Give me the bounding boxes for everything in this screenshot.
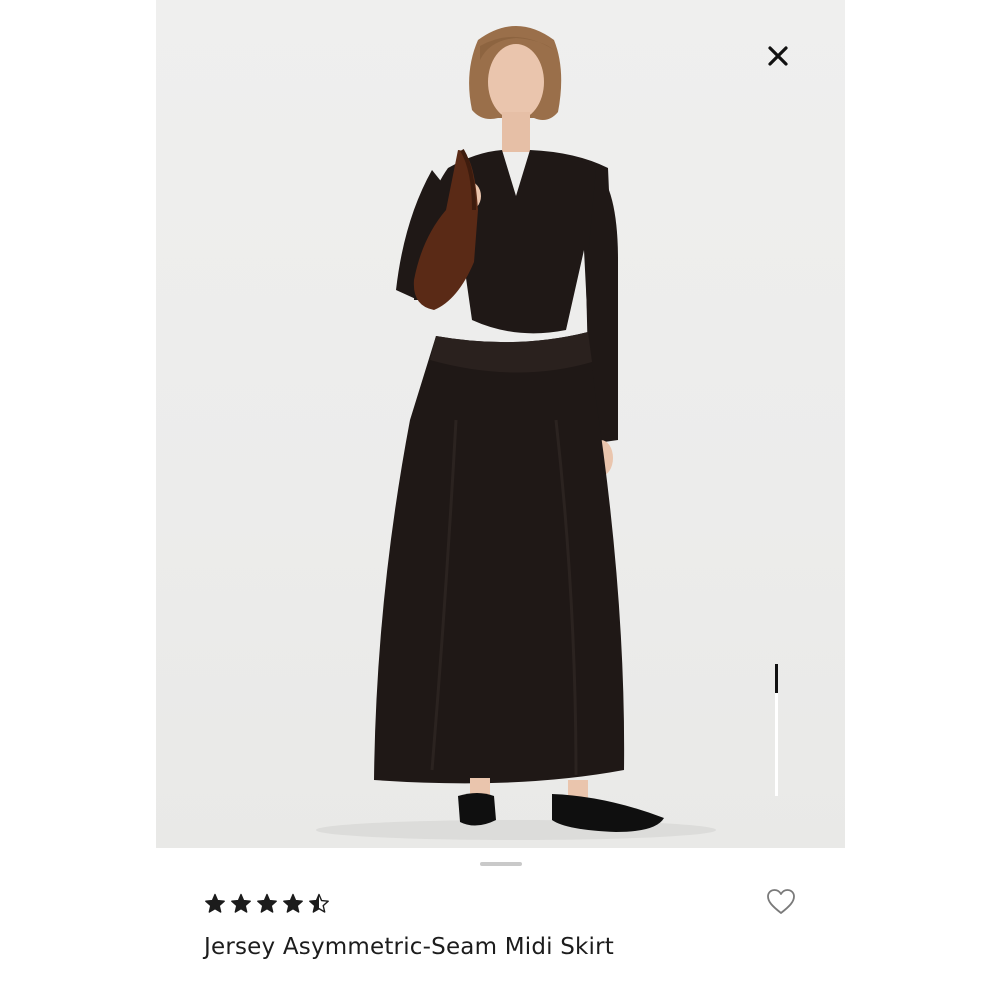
neck	[502, 112, 530, 152]
star-icon	[308, 893, 330, 914]
star-icon	[204, 893, 226, 914]
star-icon	[282, 893, 304, 914]
left-margin	[0, 0, 156, 1000]
right-shoe	[552, 794, 664, 832]
right-margin	[845, 0, 1000, 1000]
product-info-sheet: Jersey Asymmetric-Seam Midi Skirt	[156, 848, 845, 1000]
favorite-button[interactable]	[766, 888, 796, 916]
left-shoe	[458, 793, 496, 826]
product-photo	[316, 26, 716, 840]
heart-outline-icon	[767, 889, 795, 914]
gallery-scrollbar-thumb[interactable]	[775, 664, 778, 693]
gallery-scrollbar[interactable]	[775, 664, 778, 796]
close-icon	[768, 46, 788, 66]
star-icon	[256, 893, 278, 914]
product-image-viewer[interactable]	[156, 0, 845, 848]
product-name[interactable]: Jersey Asymmetric-Seam Midi Skirt	[204, 934, 614, 960]
skirt	[374, 332, 625, 784]
sheet-grab-handle[interactable]	[480, 862, 522, 866]
face	[488, 44, 544, 120]
star-rating[interactable]	[204, 890, 330, 916]
close-button[interactable]	[762, 40, 794, 72]
star-icon	[230, 893, 252, 914]
